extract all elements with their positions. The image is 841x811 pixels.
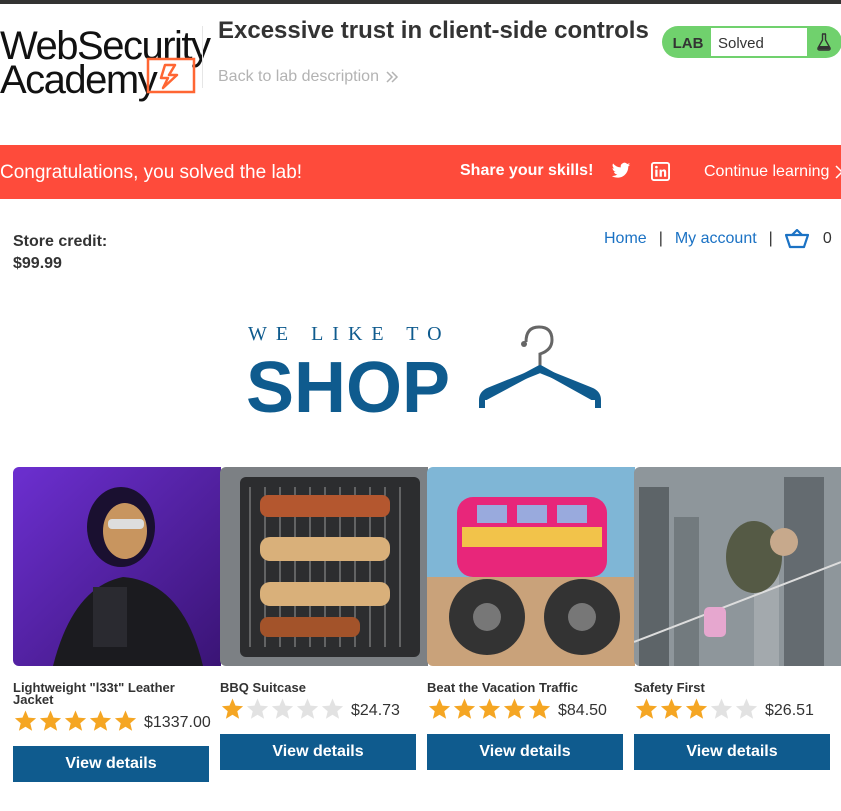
star-rating (634, 697, 759, 721)
cart-count: 0 (822, 230, 832, 247)
continue-learning-link[interactable]: Continue learning (704, 163, 841, 181)
we-like-to-shop-logo: WE LIKE TO SHOP (246, 320, 601, 428)
linkedin-icon[interactable] (651, 162, 670, 181)
star-rating (427, 697, 552, 721)
star-filled-icon (503, 698, 526, 719)
star-filled-icon (528, 698, 551, 719)
star-filled-icon (635, 698, 658, 719)
view-details-button[interactable]: View details (220, 734, 416, 770)
lab-badge: LAB (672, 35, 704, 52)
product-name: BBQ Suitcase (220, 680, 306, 695)
product-price: $24.73 (351, 702, 400, 719)
double-chevron-right-icon (386, 71, 399, 83)
nav-separator: | (658, 230, 663, 247)
product-card: BBQ Suitcase $24.73 View details (220, 467, 428, 770)
star-filled-icon (89, 710, 112, 731)
star-filled-icon (660, 698, 683, 719)
star-filled-icon (428, 698, 451, 719)
product-card: Lightweight "l33t" Leather Jacket $1337.… (13, 467, 221, 782)
logo-flash-icon (146, 57, 196, 94)
star-filled-icon (39, 710, 62, 731)
star-empty-icon (296, 698, 319, 719)
nav-separator: | (768, 230, 773, 247)
store-credit-value: $99.99 (13, 255, 62, 272)
top-border (0, 0, 841, 4)
header-divider (202, 26, 203, 88)
star-filled-icon (64, 710, 87, 731)
star-empty-icon (710, 698, 733, 719)
star-filled-icon (685, 698, 708, 719)
star-empty-icon (321, 698, 344, 719)
shopping-cart-icon[interactable] (784, 229, 809, 249)
view-details-button[interactable]: View details (427, 734, 623, 770)
logo-line2: Academy (0, 58, 158, 102)
web-security-academy-logo[interactable]: WebSecurity Academy (0, 24, 211, 102)
star-empty-icon (271, 698, 294, 719)
product-price: $1337.00 (144, 714, 211, 731)
product-image[interactable] (220, 467, 428, 666)
store-credit: Store credit: $99.99 (13, 231, 107, 275)
star-filled-icon (478, 698, 501, 719)
product-rating-row: $26.51 (634, 697, 841, 721)
congratulations-message: Congratulations, you solved the lab! (0, 162, 303, 183)
continue-learning-label: Continue learning (704, 163, 830, 180)
nav-home-link[interactable]: Home (604, 230, 647, 248)
shop-logo-word: SHOP (246, 348, 450, 416)
product-rating-row: $84.50 (427, 697, 635, 721)
product-price: $84.50 (558, 702, 607, 719)
product-rating-row: $24.73 (220, 697, 428, 721)
flask-icon (808, 27, 840, 57)
star-filled-icon (114, 710, 137, 731)
product-price: $26.51 (765, 702, 814, 719)
shop-logo-tagline: WE LIKE TO (248, 323, 451, 345)
lab-status-text: Solved (710, 27, 808, 57)
view-details-button[interactable]: View details (634, 734, 830, 770)
nav-my-account-link[interactable]: My account (675, 230, 757, 248)
product-image[interactable] (634, 467, 841, 666)
product-name: Lightweight "l33t" Leather Jacket (13, 680, 175, 707)
twitter-icon[interactable] (611, 162, 631, 180)
lab-title: Excessive trust in client-side controls (218, 17, 649, 44)
star-rating (13, 709, 138, 733)
chevron-right-icon (835, 165, 841, 179)
share-skills-label: Share your skills! (460, 162, 594, 179)
back-link-label: Back to lab description (218, 68, 379, 85)
star-empty-icon (735, 698, 758, 719)
star-filled-icon (453, 698, 476, 719)
product-name: Safety First (634, 680, 705, 695)
store-nav: Home | My account | 0 (604, 229, 832, 249)
product-image[interactable] (13, 467, 221, 666)
solved-banner: Congratulations, you solved the lab! Sha… (0, 145, 841, 199)
store-credit-label: Store credit: (13, 233, 108, 250)
product-card: Safety First $26.51 View details (634, 467, 841, 770)
lab-status-widget: LAB Solved (662, 26, 841, 58)
product-card: Beat the Vacation Traffic $84.50 View de… (427, 467, 635, 770)
view-details-button[interactable]: View details (13, 746, 209, 782)
product-rating-row: $1337.00 (13, 709, 221, 733)
star-rating (220, 697, 345, 721)
product-name: Beat the Vacation Traffic (427, 680, 578, 695)
star-empty-icon (246, 698, 269, 719)
product-image[interactable] (427, 467, 635, 666)
star-filled-icon (221, 698, 244, 719)
back-to-lab-description-link[interactable]: Back to lab description (218, 68, 399, 86)
star-filled-icon (14, 710, 37, 731)
